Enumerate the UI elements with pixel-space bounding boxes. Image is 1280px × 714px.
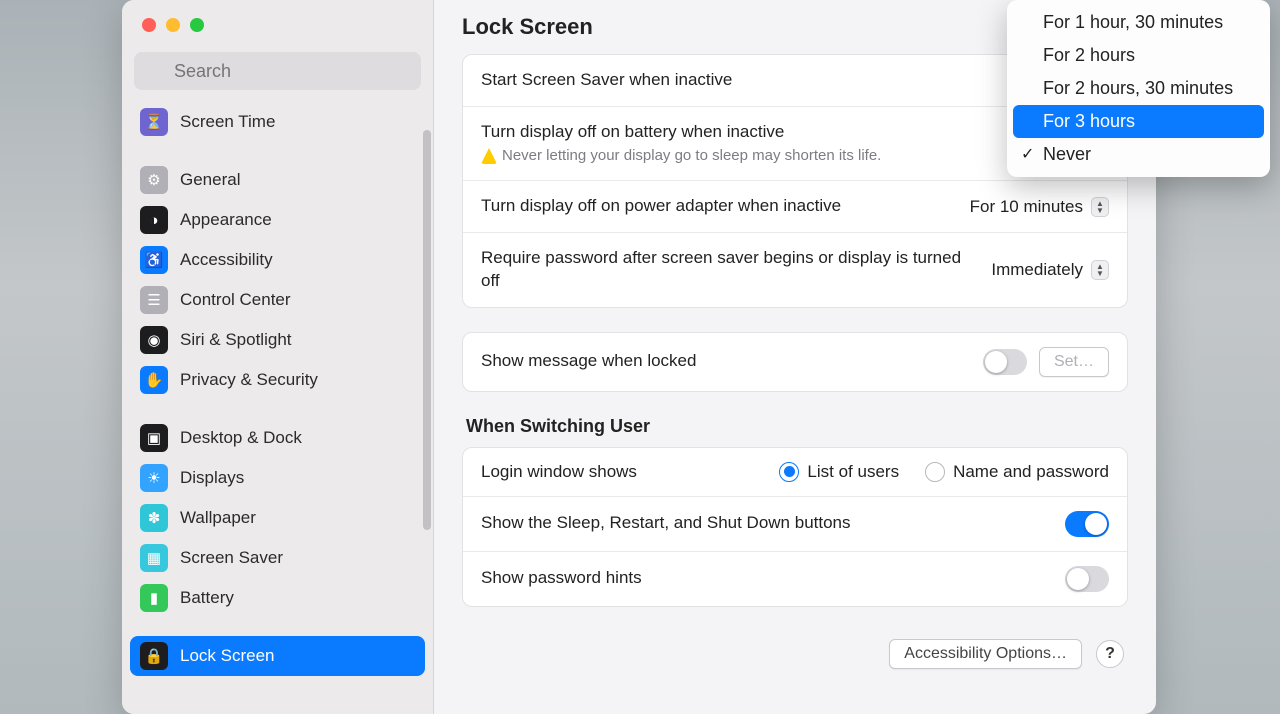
sidebar-item-label: General xyxy=(180,170,240,190)
sidebar-item-label: Screen Time xyxy=(180,112,275,132)
sidebar-item-wallpaper[interactable]: ✽ Wallpaper xyxy=(130,498,425,538)
help-button[interactable]: ? xyxy=(1096,640,1124,668)
sidebar-item-label: Control Center xyxy=(180,290,291,310)
radio-name-password[interactable]: Name and password xyxy=(925,462,1109,482)
minimize-icon[interactable] xyxy=(166,18,180,32)
section-heading-switching: When Switching User xyxy=(466,416,1124,437)
set-message-button[interactable]: Set… xyxy=(1039,347,1109,377)
sidebar-item-general[interactable]: ⚙ General xyxy=(130,160,425,200)
wallpaper-icon: ✽ xyxy=(140,504,168,532)
sidebar-item-label: Lock Screen xyxy=(180,646,275,666)
sidebar-item-privacy-security[interactable]: ✋ Privacy & Security xyxy=(130,360,425,400)
sliders-icon: ☰ xyxy=(140,286,168,314)
window-controls xyxy=(122,12,433,52)
radio-icon xyxy=(925,462,945,482)
accessibility-options-button[interactable]: Accessibility Options… xyxy=(889,639,1082,669)
brightness-icon: ☀ xyxy=(140,464,168,492)
select-adapter-off[interactable]: For 10 minutes ▲▼ xyxy=(970,197,1109,217)
siri-icon: ◉ xyxy=(140,326,168,354)
settings-window: ⏳ Screen Time ⚙ General ◑ Appearance ♿ Accessib… xyxy=(122,0,1156,714)
search-input[interactable] xyxy=(134,52,421,90)
dropdown-item[interactable]: For 3 hours xyxy=(1013,105,1264,138)
sidebar-item-label: Wallpaper xyxy=(180,508,256,528)
sidebar-item-accessibility[interactable]: ♿ Accessibility xyxy=(130,240,425,280)
battery-icon: ▮ xyxy=(140,584,168,612)
sidebar-item-label: Appearance xyxy=(180,210,272,230)
sidebar-item-label: Privacy & Security xyxy=(180,370,318,390)
sidebar-item-screen-time[interactable]: ⏳ Screen Time xyxy=(130,102,425,142)
row-password-hints: Show password hints xyxy=(463,552,1127,606)
sidebar-item-screen-saver[interactable]: ▦ Screen Saver xyxy=(130,538,425,578)
sidebar-item-appearance[interactable]: ◑ Appearance xyxy=(130,200,425,240)
chevron-updown-icon: ▲▼ xyxy=(1091,260,1109,280)
dropdown-item[interactable]: For 1 hour, 30 minutes xyxy=(1013,6,1264,39)
toggle-sleep-restart[interactable] xyxy=(1065,511,1109,537)
warning-icon xyxy=(481,148,497,164)
sidebar-item-label: Siri & Spotlight xyxy=(180,330,292,350)
accessibility-icon: ♿ xyxy=(140,246,168,274)
toggle-password-hints[interactable] xyxy=(1065,566,1109,592)
appearance-icon: ◑ xyxy=(140,206,168,234)
dropdown-item[interactable]: For 2 hours xyxy=(1013,39,1264,72)
sidebar-item-label: Battery xyxy=(180,588,234,608)
scrollbar-thumb[interactable] xyxy=(423,130,431,530)
row-show-sleep-restart: Show the Sleep, Restart, and Shut Down b… xyxy=(463,497,1127,552)
select-require-password[interactable]: Immediately ▲▼ xyxy=(991,260,1109,280)
sidebar-item-lock-screen[interactable]: 🔒 Lock Screen xyxy=(130,636,425,676)
panel-switching: Login window shows List of users Name an… xyxy=(462,447,1128,607)
maximize-icon[interactable] xyxy=(190,18,204,32)
sidebar-item-control-center[interactable]: ☰ Control Center xyxy=(130,280,425,320)
dropdown-item[interactable]: For 2 hours, 30 minutes xyxy=(1013,72,1264,105)
radio-list-of-users[interactable]: List of users xyxy=(779,462,899,482)
hand-icon: ✋ xyxy=(140,366,168,394)
sidebar-item-siri-spotlight[interactable]: ◉ Siri & Spotlight xyxy=(130,320,425,360)
sidebar: ⏳ Screen Time ⚙ General ◑ Appearance ♿ Accessib… xyxy=(122,0,434,714)
screensaver-icon: ▦ xyxy=(140,544,168,572)
chevron-updown-icon: ▲▼ xyxy=(1091,197,1109,217)
sidebar-item-label: Accessibility xyxy=(180,250,273,270)
close-icon[interactable] xyxy=(142,18,156,32)
sidebar-item-desktop-dock[interactable]: ▣ Desktop & Dock xyxy=(130,418,425,458)
sidebar-item-label: Desktop & Dock xyxy=(180,428,302,448)
dropdown-menu[interactable]: For 1 hour, 30 minutesFor 2 hoursFor 2 h… xyxy=(1007,0,1270,177)
panel-message: Show message when locked Set… xyxy=(462,332,1128,392)
row-show-message: Show message when locked Set… xyxy=(463,333,1127,391)
sidebar-item-battery[interactable]: ▮ Battery xyxy=(130,578,425,618)
row-display-off-adapter: Turn display off on power adapter when i… xyxy=(463,181,1127,233)
sidebar-item-label: Displays xyxy=(180,468,244,488)
gear-icon: ⚙ xyxy=(140,166,168,194)
hourglass-icon: ⏳ xyxy=(140,108,168,136)
toggle-show-message[interactable] xyxy=(983,349,1027,375)
sidebar-item-displays[interactable]: ☀ Displays xyxy=(130,458,425,498)
dropdown-item[interactable]: Never xyxy=(1013,138,1264,171)
lock-icon: 🔒 xyxy=(140,642,168,670)
row-login-window: Login window shows List of users Name an… xyxy=(463,448,1127,497)
sidebar-item-label: Screen Saver xyxy=(180,548,283,568)
row-require-password: Require password after screen saver begi… xyxy=(463,233,1127,307)
dock-icon: ▣ xyxy=(140,424,168,452)
radio-icon xyxy=(779,462,799,482)
